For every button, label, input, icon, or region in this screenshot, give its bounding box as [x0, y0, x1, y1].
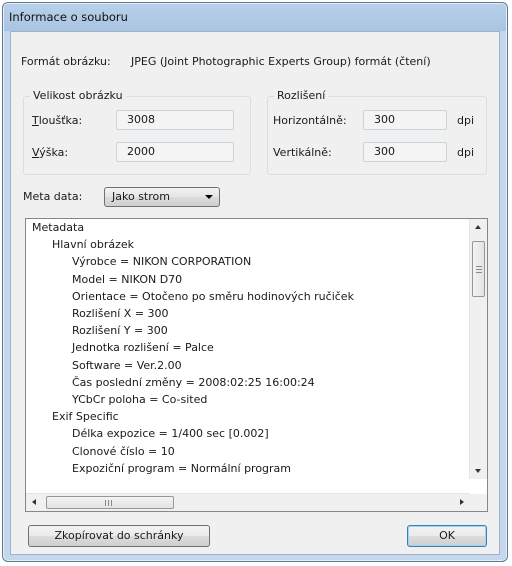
chevron-down-icon — [205, 195, 213, 199]
tree-item[interactable]: Metadata — [32, 221, 84, 234]
tree-item[interactable]: Délka expozice = 1/400 sec [0.002] — [72, 427, 269, 440]
scroll-up-icon[interactable] — [475, 225, 481, 229]
dialog-window: Informace o souboru Formát obrázku: JPEG… — [2, 2, 508, 562]
vertical-scrollbar[interactable] — [469, 219, 487, 479]
meta-view-select[interactable]: Jako strom — [104, 187, 220, 207]
tree-item[interactable]: Software = Ver.2.00 — [72, 359, 182, 372]
tree-item[interactable]: Model = NIKON D70 — [72, 273, 182, 286]
tree-item[interactable]: YCbCr poloha = Co-sited — [72, 393, 207, 406]
metadata-tree[interactable]: Metadata Hlavní obrázek Výrobce = NIKON CO… — [25, 218, 488, 512]
tree-item[interactable]: Výrobce = NIKON CORPORATION — [72, 255, 251, 268]
ok-button[interactable]: OK — [407, 525, 487, 547]
height-field: 2000 — [116, 142, 234, 162]
scroll-corner — [470, 494, 487, 511]
scroll-down-icon[interactable] — [475, 469, 481, 473]
tree-item[interactable]: Orientace = Otočeno po směru hodinových … — [72, 290, 354, 303]
width-label: Tloušťka: — [32, 114, 83, 127]
horizontal-scrollbar[interactable] — [26, 493, 470, 511]
size-group-title: Velikost obrázku — [30, 89, 126, 102]
meta-label: Meta data: — [23, 190, 83, 203]
resolution-group-title: Rozlišení — [274, 89, 329, 102]
vertical-field: 300 — [363, 142, 447, 162]
width-field: 3008 — [116, 110, 234, 130]
height-label: Výška: — [32, 146, 69, 159]
tree-item[interactable]: Čas poslední změny = 2008:02:25 16:00:24 — [72, 376, 315, 389]
horizontal-scroll-thumb[interactable] — [46, 496, 174, 509]
tree-item[interactable]: Hlavní obrázek — [52, 238, 134, 251]
scroll-left-icon[interactable] — [32, 499, 36, 505]
horizontal-unit: dpi — [457, 114, 475, 127]
horizontal-label: Horizontálně: — [273, 114, 347, 127]
tree-item[interactable]: Expoziční program = Normální program — [72, 462, 291, 475]
meta-view-selected: Jako strom — [112, 190, 170, 203]
tree-item[interactable]: Jednotka rozlišení = Palce — [72, 341, 214, 354]
copy-to-clipboard-button[interactable]: Zkopírovat do schránky — [28, 525, 210, 547]
tree-item[interactable]: Clonové číslo = 10 — [72, 445, 175, 458]
vertical-label: Vertikálně: — [273, 146, 332, 159]
window-title: Informace o souboru — [9, 10, 128, 24]
scroll-right-icon[interactable] — [460, 499, 464, 505]
format-value: JPEG (Joint Photographic Experts Group) … — [131, 55, 431, 68]
tree-item[interactable]: Rozlišení X = 300 — [72, 307, 169, 320]
resolution-group: Rozlišení — [267, 89, 487, 175]
vertical-unit: dpi — [457, 146, 475, 159]
copy-button-label: Zkopírovat do schránky — [54, 529, 184, 542]
height-label-text: ýška: — [39, 146, 69, 159]
tree-item[interactable]: Exif Specific — [52, 410, 119, 423]
size-group: Velikost obrázku — [23, 89, 251, 175]
format-label: Formát obrázku: — [21, 55, 111, 68]
ok-button-label: OK — [439, 529, 455, 542]
vertical-scroll-thumb[interactable] — [472, 241, 485, 297]
tree-item[interactable]: Rozlišení Y = 300 — [72, 324, 168, 337]
dialog-body: Formát obrázku: JPEG (Joint Photographic… — [10, 31, 500, 555]
horizontal-field: 300 — [363, 110, 447, 130]
width-label-text: loušťka: — [38, 114, 83, 127]
